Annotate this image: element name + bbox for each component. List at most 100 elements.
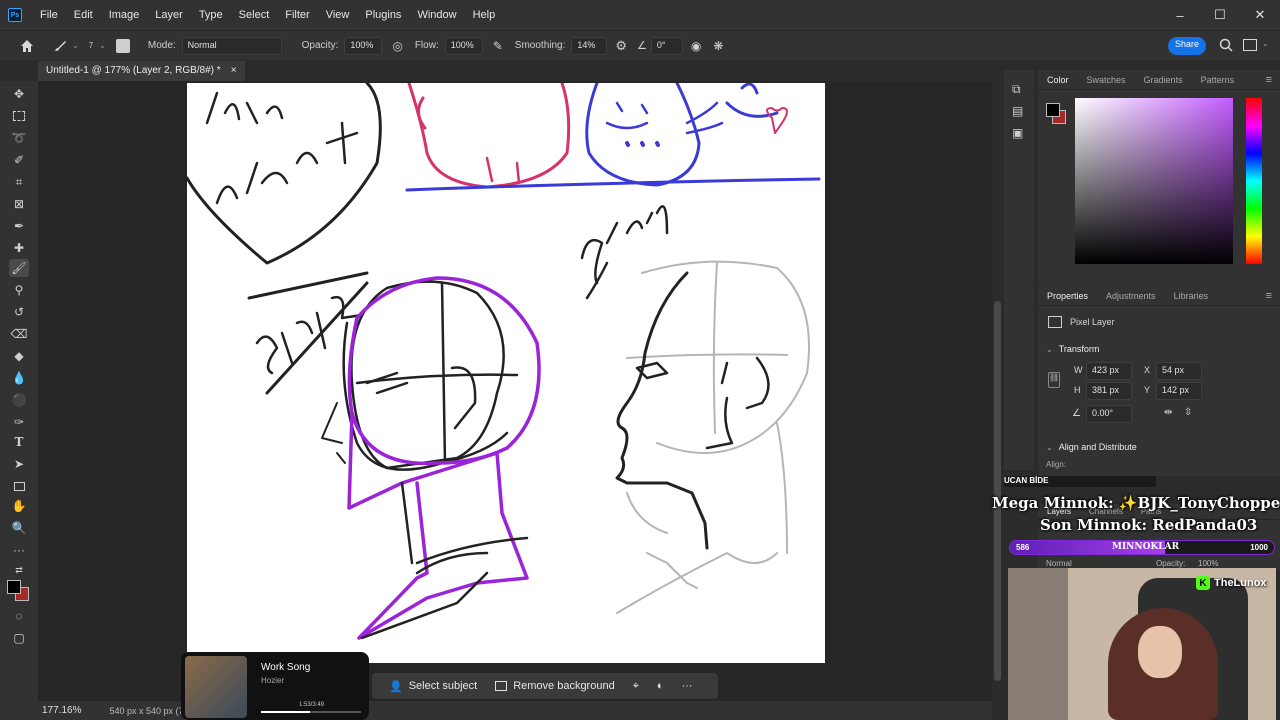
pen-tool-icon[interactable]: ✑	[9, 413, 29, 431]
smoothing-input[interactable]: 14%	[571, 36, 608, 55]
tab-libraries[interactable]: Libraries	[1165, 286, 1218, 306]
menu-type[interactable]: Type	[191, 9, 231, 21]
close-tab-icon[interactable]: ×	[231, 65, 237, 77]
tab-adjustments[interactable]: Adjustments	[1097, 286, 1165, 306]
airbrush-icon[interactable]: ✎	[493, 39, 503, 53]
transform-header[interactable]: ⌄ Transform	[1046, 344, 1099, 354]
document-tab[interactable]: Untitled-1 @ 177% (Layer 2, RGB/8#) * ×	[38, 61, 245, 81]
angle-input[interactable]: 0°	[650, 36, 683, 55]
menu-filter[interactable]: Filter	[277, 9, 317, 21]
pressure-size-icon[interactable]: ◉	[691, 39, 701, 53]
more-tools-icon[interactable]: ···	[9, 541, 29, 559]
swap-colors-icon[interactable]: ⇄	[9, 561, 29, 579]
eraser-tool-icon[interactable]: ⌫	[9, 325, 29, 343]
menu-image[interactable]: Image	[101, 9, 148, 21]
comments-icon[interactable]: ▤	[1012, 104, 1023, 118]
flip-horizontal-icon[interactable]: ⇹	[1164, 407, 1172, 418]
opacity-input[interactable]: 100%	[344, 36, 383, 55]
menu-help[interactable]: Help	[465, 9, 504, 21]
menu-layer[interactable]: Layer	[147, 9, 191, 21]
quick-select-tool-icon[interactable]: ✐	[9, 151, 29, 169]
width-input[interactable]: 423 px	[1086, 362, 1132, 380]
rectangle-tool-icon[interactable]	[9, 477, 29, 495]
remove-background-button[interactable]: Remove background	[486, 673, 624, 699]
clone-stamp-tool-icon[interactable]: ⚲	[9, 281, 29, 299]
history-icon[interactable]: ⧉	[1012, 82, 1021, 97]
move-tool-icon[interactable]: ✥	[9, 85, 29, 103]
zoom-tool-icon[interactable]: 🔍	[9, 519, 29, 537]
hand-tool-icon[interactable]: ✋	[9, 497, 29, 515]
flip-vertical-icon[interactable]: ⇳	[1184, 407, 1192, 418]
menu-window[interactable]: Window	[409, 9, 464, 21]
hue-slider[interactable]	[1246, 98, 1262, 264]
rotation-input[interactable]: 0.00°	[1086, 405, 1132, 423]
dodge-tool-icon[interactable]: ⚫	[9, 391, 29, 409]
chevron-down-icon[interactable]: ⌄	[99, 41, 106, 50]
brush-settings-icon[interactable]	[115, 38, 130, 53]
maximize-button[interactable]: ☐	[1200, 0, 1240, 30]
flow-input[interactable]: 100%	[444, 36, 483, 55]
adjust-icon[interactable]: ◐	[648, 673, 673, 699]
chat-icon[interactable]: ▣	[1012, 126, 1023, 140]
menu-view[interactable]: View	[318, 9, 358, 21]
eyedropper-tool-icon[interactable]: ✒	[9, 217, 29, 235]
minimize-button[interactable]: –	[1160, 0, 1200, 30]
tab-properties[interactable]: Properties	[1038, 286, 1097, 306]
layer-opacity-input[interactable]: 100%	[1198, 559, 1218, 568]
crop-tool-icon[interactable]: ⌗	[9, 173, 29, 191]
tab-gradients[interactable]: Gradients	[1135, 70, 1192, 90]
paint-bucket-tool-icon[interactable]: ◆	[9, 347, 29, 365]
vertical-scrollbar[interactable]	[992, 81, 1004, 701]
blur-tool-icon[interactable]: 💧	[9, 369, 29, 387]
chevron-down-icon[interactable]: ⌄	[72, 41, 79, 50]
screen-mode-icon[interactable]: ▢	[9, 629, 29, 647]
marquee-tool-icon[interactable]	[9, 107, 29, 125]
brush-size-value[interactable]: 7	[89, 41, 93, 50]
tab-swatches[interactable]: Swatches	[1078, 70, 1135, 90]
history-brush-tool-icon[interactable]: ↺	[9, 303, 29, 321]
brush-preset-icon[interactable]	[52, 38, 68, 54]
foreground-color-swatch[interactable]	[7, 580, 21, 594]
brush-tool-icon[interactable]: 🖌	[9, 259, 29, 277]
link-icon[interactable]: ⛓	[1048, 372, 1060, 388]
blend-mode-select[interactable]: Normal	[1046, 559, 1072, 568]
foreground-color-chip[interactable]	[1046, 103, 1060, 117]
healing-brush-tool-icon[interactable]: ✚	[9, 239, 29, 257]
menu-select[interactable]: Select	[231, 9, 278, 21]
home-icon[interactable]	[20, 39, 34, 53]
share-button[interactable]: Share	[1168, 37, 1206, 55]
more-options-icon[interactable]: ···	[673, 673, 702, 699]
y-input[interactable]: 142 px	[1156, 382, 1202, 400]
workspace-icon[interactable]	[1243, 39, 1257, 51]
align-header[interactable]: ⌄ Align and Distribute	[1046, 442, 1137, 452]
gear-icon[interactable]: ⚙	[615, 38, 627, 54]
photoshop-logo-icon: Ps	[8, 8, 22, 22]
search-icon[interactable]	[1219, 38, 1233, 55]
type-tool-icon[interactable]: T	[9, 433, 29, 451]
lasso-tool-icon[interactable]: ➰	[9, 129, 29, 147]
frame-tool-icon[interactable]: ⊠	[9, 195, 29, 213]
mode-select[interactable]: Normal	[181, 36, 282, 55]
transform-icon[interactable]: ⌖	[624, 673, 648, 699]
menu-plugins[interactable]: Plugins	[357, 9, 409, 21]
tab-color[interactable]: Color	[1038, 70, 1078, 90]
height-input[interactable]: 381 px	[1086, 382, 1132, 400]
x-input[interactable]: 54 px	[1156, 362, 1202, 380]
path-select-tool-icon[interactable]: ➤	[9, 455, 29, 473]
panel-menu-icon[interactable]: ≡	[1266, 290, 1272, 302]
symmetry-icon[interactable]: ❋	[713, 39, 723, 53]
zoom-level[interactable]: 177.16%	[42, 705, 81, 716]
panel-menu-icon[interactable]: ≡	[1266, 74, 1272, 86]
select-subject-button[interactable]: 👤 Select subject	[380, 673, 486, 699]
color-field[interactable]	[1075, 98, 1233, 264]
canvas[interactable]	[185, 81, 825, 663]
quick-mask-icon[interactable]: ◌	[9, 607, 29, 625]
pressure-opacity-icon[interactable]: ◎	[392, 39, 402, 53]
menu-edit[interactable]: Edit	[66, 9, 101, 21]
close-window-button[interactable]: ✕	[1240, 0, 1280, 30]
menu-file[interactable]: File	[32, 9, 66, 21]
tab-patterns[interactable]: Patterns	[1192, 70, 1244, 90]
canvas-workspace[interactable]	[38, 81, 992, 701]
scrollbar-thumb[interactable]	[994, 301, 1001, 681]
chevron-down-icon[interactable]: ⌄	[1262, 39, 1269, 48]
